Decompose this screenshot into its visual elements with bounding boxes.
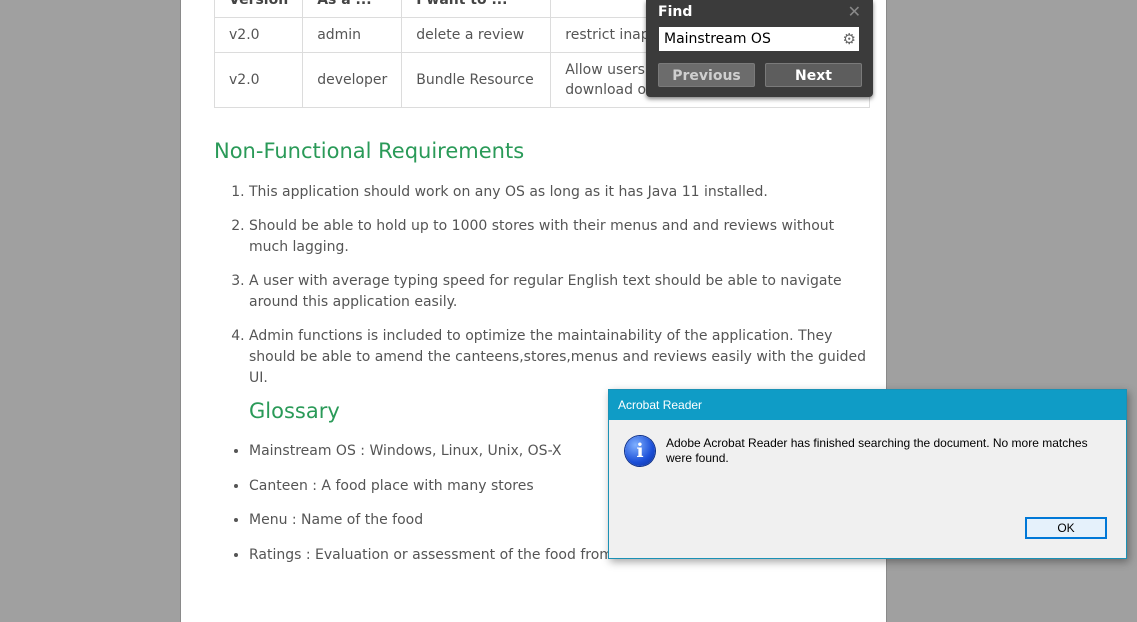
col-as-a: As a ...: [302, 0, 403, 18]
nfr-list: This application should work on any OS a…: [214, 182, 869, 402]
close-icon[interactable]: ✕: [848, 2, 861, 21]
dialog-title: Acrobat Reader: [609, 390, 1126, 420]
nfr-heading: Non-Functional Requirements: [214, 139, 525, 163]
dialog-message: Adobe Acrobat Reader has finished search…: [666, 436, 1088, 465]
find-input[interactable]: Mainstream OS ⚙: [659, 27, 859, 51]
list-item: Admin functions is included to optimize …: [249, 326, 869, 389]
col-want: I want to ...: [401, 0, 552, 18]
list-item: Should be able to hold up to 1000 stores…: [249, 216, 869, 258]
list-item: This application should work on any OS a…: [249, 182, 869, 203]
previous-button[interactable]: Previous: [658, 63, 755, 87]
find-query: Mainstream OS: [664, 31, 771, 47]
next-button[interactable]: Next: [765, 63, 862, 87]
ok-button[interactable]: OK: [1025, 517, 1107, 539]
list-item: A user with average typing speed for reg…: [249, 271, 869, 313]
search-complete-dialog: Acrobat Reader i Adobe Acrobat Reader ha…: [608, 389, 1127, 559]
col-version: Version: [213, 0, 304, 18]
info-icon: i: [625, 436, 655, 466]
glossary-heading: Glossary: [249, 399, 340, 423]
gear-icon[interactable]: ⚙: [843, 27, 856, 51]
find-panel: Find ✕ Mainstream OS ⚙ Previous Next: [646, 0, 873, 97]
find-title: Find: [658, 4, 693, 20]
